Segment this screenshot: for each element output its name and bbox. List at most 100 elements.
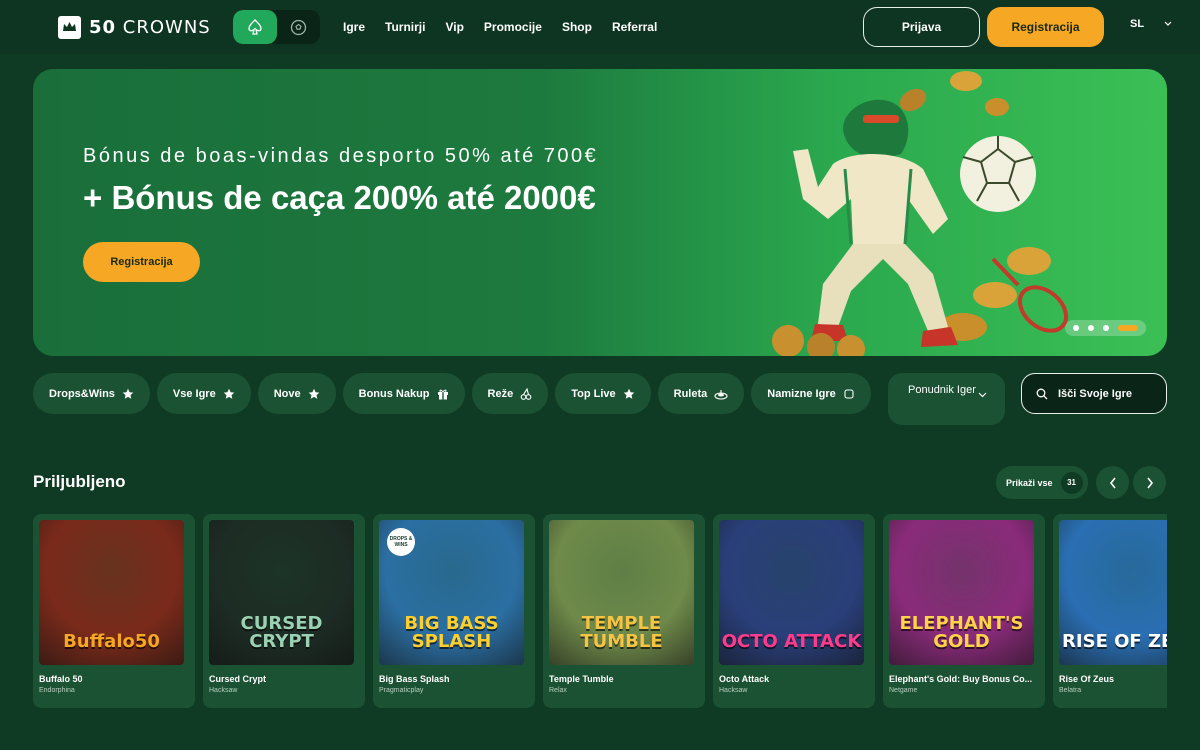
games-count-badge: 31: [1060, 471, 1083, 494]
carousel-dots: [1065, 320, 1146, 336]
banner-title: + Bónus de caça 200% até 2000€: [83, 179, 596, 216]
game-card[interactable]: DROPS & WINS BIG BASS SPLASH Big Bass Spla…: [373, 514, 535, 708]
star-icon: [623, 388, 634, 399]
promo-banner[interactable]: Bónus de boas-vindas desporto 50% até 70…: [33, 69, 1167, 356]
favorite-games-row: Buffalo50 Buffalo 50 Endorphina CURSED CRYP…: [33, 514, 1167, 708]
game-thumbnail[interactable]: TEMPLE TUMBLE: [549, 520, 694, 665]
search-input[interactable]: Išči Svoje Igre: [1058, 388, 1132, 400]
game-search[interactable]: Išči Svoje Igre: [1021, 373, 1167, 414]
carousel-next-button[interactable]: [1133, 466, 1166, 499]
top-header: 50 CROWNS Igre Turnirji Vip Promocije Sh…: [0, 0, 1200, 54]
gift-icon: [437, 389, 448, 399]
nav-item-promocije[interactable]: Promocije: [484, 20, 542, 34]
star-icon: [122, 388, 134, 399]
game-title[interactable]: Buffalo 50: [39, 674, 184, 684]
nav-item-referral[interactable]: Referral: [612, 20, 657, 34]
register-button[interactable]: Registracija: [987, 7, 1104, 47]
game-title[interactable]: Cursed Crypt: [209, 674, 354, 684]
game-provider: Belatra: [1059, 687, 1082, 694]
main-nav: Igre Turnirji Vip Promocije Shop Referra…: [343, 0, 657, 54]
crown-icon: [58, 15, 81, 39]
soccer-ball-icon: [290, 19, 306, 35]
game-title[interactable]: Big Bass Splash: [379, 674, 524, 684]
game-card[interactable]: TEMPLE TUMBLE Temple Tumble Relax: [543, 514, 705, 708]
game-provider: Hacksaw: [209, 687, 238, 694]
carousel-prev-button[interactable]: [1096, 466, 1129, 499]
sport-mode-button[interactable]: [277, 10, 321, 44]
spade-icon: [248, 19, 262, 35]
star-icon: [308, 388, 319, 399]
game-card[interactable]: ELEPHANT'S GOLD Elephant's Gold: Buy Bonu…: [883, 514, 1045, 708]
star-icon: [223, 388, 235, 399]
category-ruleta[interactable]: Ruleta: [657, 373, 745, 414]
game-provider: Hacksaw: [719, 687, 748, 694]
game-provider: Pragmaticplay: [379, 687, 424, 694]
section-title: Priljubljeno: [33, 472, 126, 491]
show-all-label: Prikaži vse: [1006, 477, 1053, 488]
category-drops-wins[interactable]: Drops&Wins: [33, 373, 150, 414]
banner-register-button[interactable]: Registracija: [83, 242, 200, 282]
game-logo-art: OCTO ATTACK: [721, 631, 862, 652]
carousel-dot[interactable]: [1103, 325, 1109, 331]
nav-item-vip[interactable]: Vip: [445, 20, 463, 34]
carousel-dot[interactable]: [1088, 325, 1094, 331]
game-title[interactable]: Rise Of Zeus: [1059, 674, 1167, 684]
language-selector[interactable]: SL: [1130, 18, 1172, 30]
category-label: Nove: [273, 387, 301, 400]
category-label: Ruleta: [673, 387, 708, 400]
game-title[interactable]: Octo Attack: [719, 674, 864, 684]
game-logo-art: Buffalo50: [63, 631, 160, 652]
category-label: Reže: [487, 387, 514, 400]
category-label: Bonus Nakup: [358, 387, 430, 400]
game-card[interactable]: RISE OF ZEUS Rise Of Zeus Belatra: [1053, 514, 1167, 708]
chip-icon: [844, 388, 854, 399]
category-label: Top Live: [571, 387, 616, 400]
game-thumbnail[interactable]: OCTO ATTACK: [719, 520, 864, 665]
game-provider: Endorphina: [39, 687, 75, 694]
category-top-live[interactable]: Top Live: [555, 373, 651, 414]
category-chips: Drops&Wins Vse Igre Nove Bonus Nakup Rež…: [33, 373, 878, 415]
game-thumbnail[interactable]: CURSED CRYPT: [209, 520, 354, 665]
category-vse-igre[interactable]: Vse Igre: [156, 373, 251, 414]
carousel-dot[interactable]: [1073, 325, 1079, 331]
category-label: Namizne Igre: [767, 387, 836, 400]
provider-filter-dropdown[interactable]: Ponudnik Iger: [888, 373, 1005, 425]
chevron-right-icon: [1146, 477, 1153, 488]
chevron-down-icon: [978, 392, 987, 398]
casino-sport-toggle: [233, 10, 320, 44]
nav-item-igre[interactable]: Igre: [343, 20, 365, 34]
game-logo-art: BIG BASS SPLASH: [404, 613, 499, 652]
carousel-dot-active[interactable]: [1118, 325, 1138, 331]
game-card[interactable]: Buffalo50 Buffalo 50 Endorphina: [33, 514, 195, 708]
game-provider: Netgame: [889, 687, 918, 694]
game-logo-art: CURSED CRYPT: [240, 613, 323, 652]
provider-filter-label: Ponudnik Iger: [908, 384, 976, 396]
chevron-down-icon: [1164, 21, 1172, 26]
category-reze[interactable]: Reže: [471, 373, 549, 414]
nav-item-shop[interactable]: Shop: [562, 20, 592, 34]
game-thumbnail[interactable]: DROPS & WINS BIG BASS SPLASH: [379, 520, 524, 665]
game-thumbnail[interactable]: ELEPHANT'S GOLD: [889, 520, 1034, 665]
cherries-icon: [520, 387, 532, 400]
roulette-icon: [714, 389, 728, 400]
game-card[interactable]: CURSED CRYPT Cursed Crypt Hacksaw: [203, 514, 365, 708]
category-bonus-nakup[interactable]: Bonus Nakup: [342, 373, 465, 414]
game-card[interactable]: OCTO ATTACK Octo Attack Hacksaw: [713, 514, 875, 708]
game-thumbnail[interactable]: Buffalo50: [39, 520, 184, 665]
logo-text: 50 CROWNS: [89, 16, 211, 38]
chevron-left-icon: [1109, 477, 1116, 488]
show-all-button[interactable]: Prikaži vse 31: [996, 466, 1088, 499]
search-icon: [1036, 388, 1048, 399]
game-provider: Relax: [549, 687, 567, 694]
drops-wins-badge: DROPS & WINS: [387, 528, 415, 556]
brand-logo[interactable]: 50 CROWNS: [58, 15, 211, 39]
category-namizne-igre[interactable]: Namizne Igre: [751, 373, 871, 414]
game-title[interactable]: Elephant's Gold: Buy Bonus Co...: [889, 674, 1034, 684]
login-button[interactable]: Prijava: [863, 7, 980, 47]
game-thumbnail[interactable]: RISE OF ZEUS: [1059, 520, 1167, 665]
language-code: SL: [1130, 18, 1145, 30]
game-title[interactable]: Temple Tumble: [549, 674, 694, 684]
category-nove[interactable]: Nove: [257, 373, 336, 414]
nav-item-turnirji[interactable]: Turnirji: [385, 20, 425, 34]
casino-mode-button[interactable]: [233, 10, 277, 44]
